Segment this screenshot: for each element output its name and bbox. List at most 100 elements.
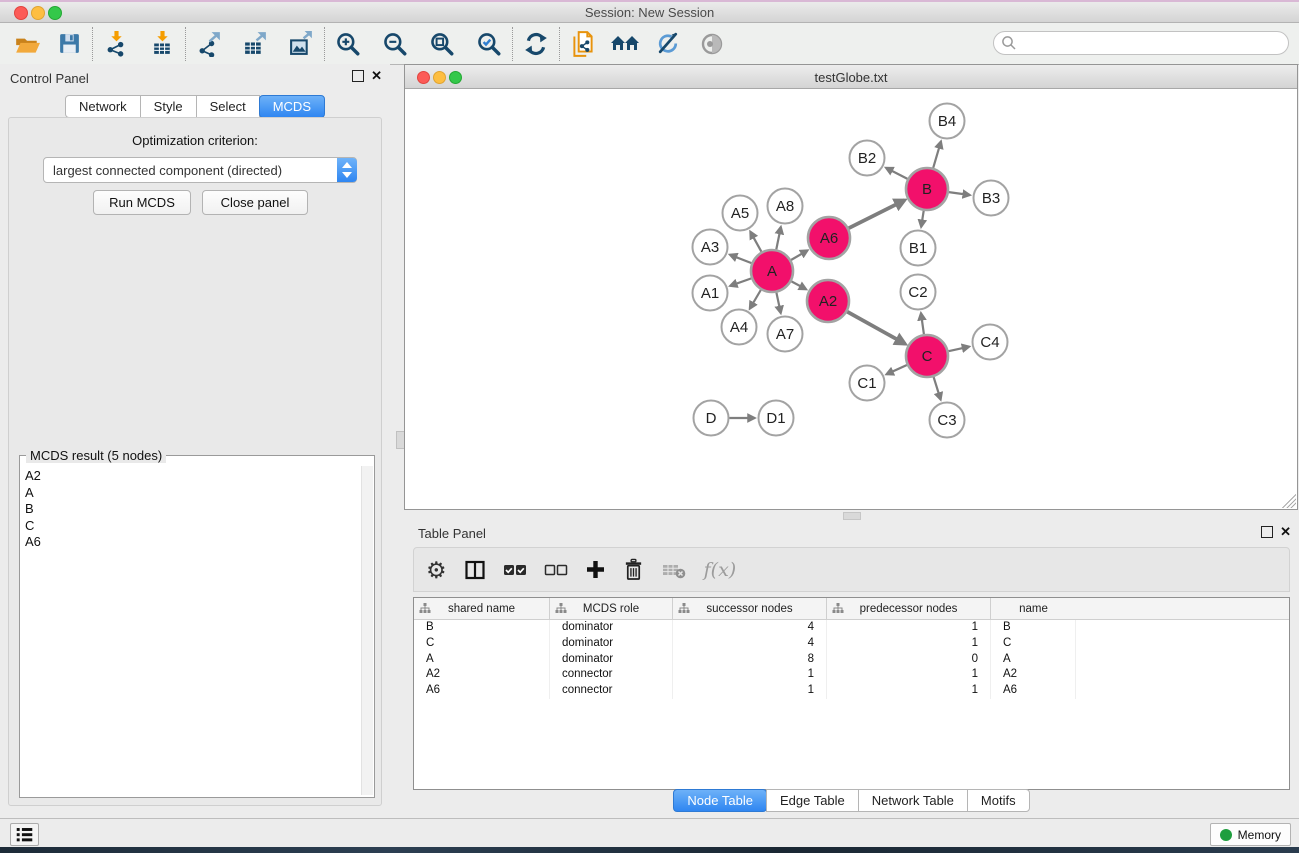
close-panel-button[interactable]: Close panel [202, 190, 308, 215]
zoom-in-button[interactable] [333, 29, 363, 59]
mcds-result-item[interactable]: A2 [20, 468, 362, 485]
app-titlebar: Session: New Session [0, 2, 1299, 23]
tab-edge-table[interactable]: Edge Table [766, 789, 859, 812]
memory-button[interactable]: Memory [1210, 823, 1291, 846]
edge-C-C4[interactable] [949, 347, 970, 352]
table-row[interactable]: Adominator80A [414, 652, 1289, 668]
table-settings-button[interactable]: ⚙ [426, 555, 447, 585]
horizontal-splitter-grip[interactable] [843, 512, 861, 520]
table-cell: 8 [673, 652, 827, 668]
mcds-result-item[interactable]: B [20, 501, 362, 518]
column-header-name[interactable]: name [991, 598, 1076, 619]
node-label-A8: A8 [776, 198, 794, 215]
mcds-result-item[interactable]: C [20, 518, 362, 535]
table-cell: A [414, 652, 550, 668]
control-panel-title: Control Panel [10, 71, 89, 86]
column-header-successor-nodes[interactable]: successor nodes [673, 598, 827, 619]
criterion-dropdown[interactable]: largest connected component (directed) [43, 157, 357, 183]
delete-row-button[interactable] [623, 555, 644, 585]
edge-C-C2[interactable] [921, 313, 924, 334]
refresh-button[interactable] [521, 29, 551, 59]
edge-B-B1[interactable] [921, 211, 924, 227]
add-row-button[interactable] [585, 555, 606, 585]
window-resize-grip[interactable] [1282, 494, 1296, 508]
tab-motifs[interactable]: Motifs [967, 789, 1030, 812]
result-scrollbar[interactable] [361, 466, 373, 795]
graphics-details-icon [655, 30, 682, 57]
close-table-panel-icon[interactable]: ✕ [1280, 526, 1291, 538]
clone-network-icon [569, 30, 597, 58]
zoom-out-button[interactable] [380, 29, 410, 59]
tab-node-table[interactable]: Node Table [673, 789, 767, 812]
home-icon [610, 31, 640, 57]
export-table-button[interactable] [240, 29, 270, 59]
mcds-result-item[interactable]: A6 [20, 534, 362, 551]
function-builder-button[interactable]: f(x) [704, 555, 737, 585]
mcds-result-group: MCDS result (5 nodes) A2ABCA6 [19, 455, 375, 798]
eye-button[interactable] [697, 29, 727, 59]
zoom-fit-button[interactable] [427, 29, 457, 59]
edge-A-A1[interactable] [730, 278, 751, 285]
node-label-C4: C4 [980, 334, 999, 351]
table-row[interactable]: A6connector11A6 [414, 683, 1289, 699]
edge-A-A5[interactable] [750, 232, 761, 252]
edge-A-A7[interactable] [776, 293, 780, 313]
import-network-button[interactable] [101, 29, 131, 59]
table-cell: 1 [673, 683, 827, 699]
export-network-button[interactable] [194, 29, 224, 59]
float-table-panel-icon[interactable] [1261, 526, 1273, 538]
table-cell-filler [1076, 636, 1289, 652]
search-input[interactable] [993, 31, 1289, 55]
table-row[interactable]: Bdominator41B [414, 620, 1289, 636]
home-button[interactable] [610, 29, 640, 59]
edge-A-A8[interactable] [776, 227, 781, 249]
clone-network-button[interactable] [568, 29, 598, 59]
edge-C-C3[interactable] [934, 377, 941, 400]
edge-A6-B[interactable] [849, 200, 905, 228]
list-icon [15, 826, 34, 843]
table-row[interactable]: A2connector11A2 [414, 667, 1289, 683]
run-mcds-button[interactable]: Run MCDS [93, 190, 191, 215]
column-label: predecessor nodes [860, 603, 958, 615]
open-session-button[interactable] [12, 29, 42, 59]
column-header-predecessor-nodes[interactable]: predecessor nodes [827, 598, 991, 619]
panel-list-button[interactable] [10, 823, 39, 846]
network-graph[interactable]: B4B2BB3B1A5A8A6A3AA1A2C2A4A7C4CC1C3DD1 [405, 89, 1297, 509]
zoom-selected-button[interactable] [474, 29, 504, 59]
edge-A-A2[interactable] [791, 281, 806, 289]
edge-A-A3[interactable] [730, 255, 751, 263]
float-panel-icon[interactable] [352, 70, 364, 82]
edge-B-B2[interactable] [886, 168, 907, 179]
graphics-details-button[interactable] [653, 29, 683, 59]
deselect-all-icon [544, 560, 568, 580]
mcds-result-item[interactable]: A [20, 485, 362, 502]
edge-C-C1[interactable] [887, 365, 907, 374]
node-label-D1: D1 [766, 410, 785, 427]
close-panel-icon[interactable]: ✕ [371, 70, 382, 82]
edge-A-A4[interactable] [750, 290, 761, 309]
tab-style[interactable]: Style [140, 95, 197, 118]
tab-network-table[interactable]: Network Table [858, 789, 968, 812]
desktop-wallpaper-strip [0, 847, 1299, 853]
edge-B-B4[interactable] [933, 142, 941, 168]
edge-B-B3[interactable] [949, 192, 970, 195]
node-label-A4: A4 [730, 319, 748, 336]
delete-table-button[interactable] [661, 555, 687, 585]
table-cell: dominator [550, 636, 673, 652]
column-header-shared-name[interactable]: shared name [414, 598, 550, 619]
table-cell: 1 [827, 683, 991, 699]
export-image-button[interactable] [286, 29, 316, 59]
deselect-all-button[interactable] [544, 555, 568, 585]
select-all-button[interactable] [503, 555, 527, 585]
tab-network[interactable]: Network [65, 95, 141, 118]
save-session-button[interactable] [54, 29, 84, 59]
node-table[interactable]: shared nameMCDS rolesuccessor nodes prede… [413, 597, 1290, 790]
tab-select[interactable]: Select [196, 95, 260, 118]
tab-mcds[interactable]: MCDS [259, 95, 325, 118]
table-row[interactable]: Cdominator41C [414, 636, 1289, 652]
column-header-mcds-role[interactable]: MCDS role [550, 598, 673, 619]
edge-A-A6[interactable] [791, 251, 807, 261]
edge-A2-C[interactable] [847, 312, 905, 344]
column-visibility-button[interactable] [464, 555, 486, 585]
import-table-button[interactable] [147, 29, 177, 59]
